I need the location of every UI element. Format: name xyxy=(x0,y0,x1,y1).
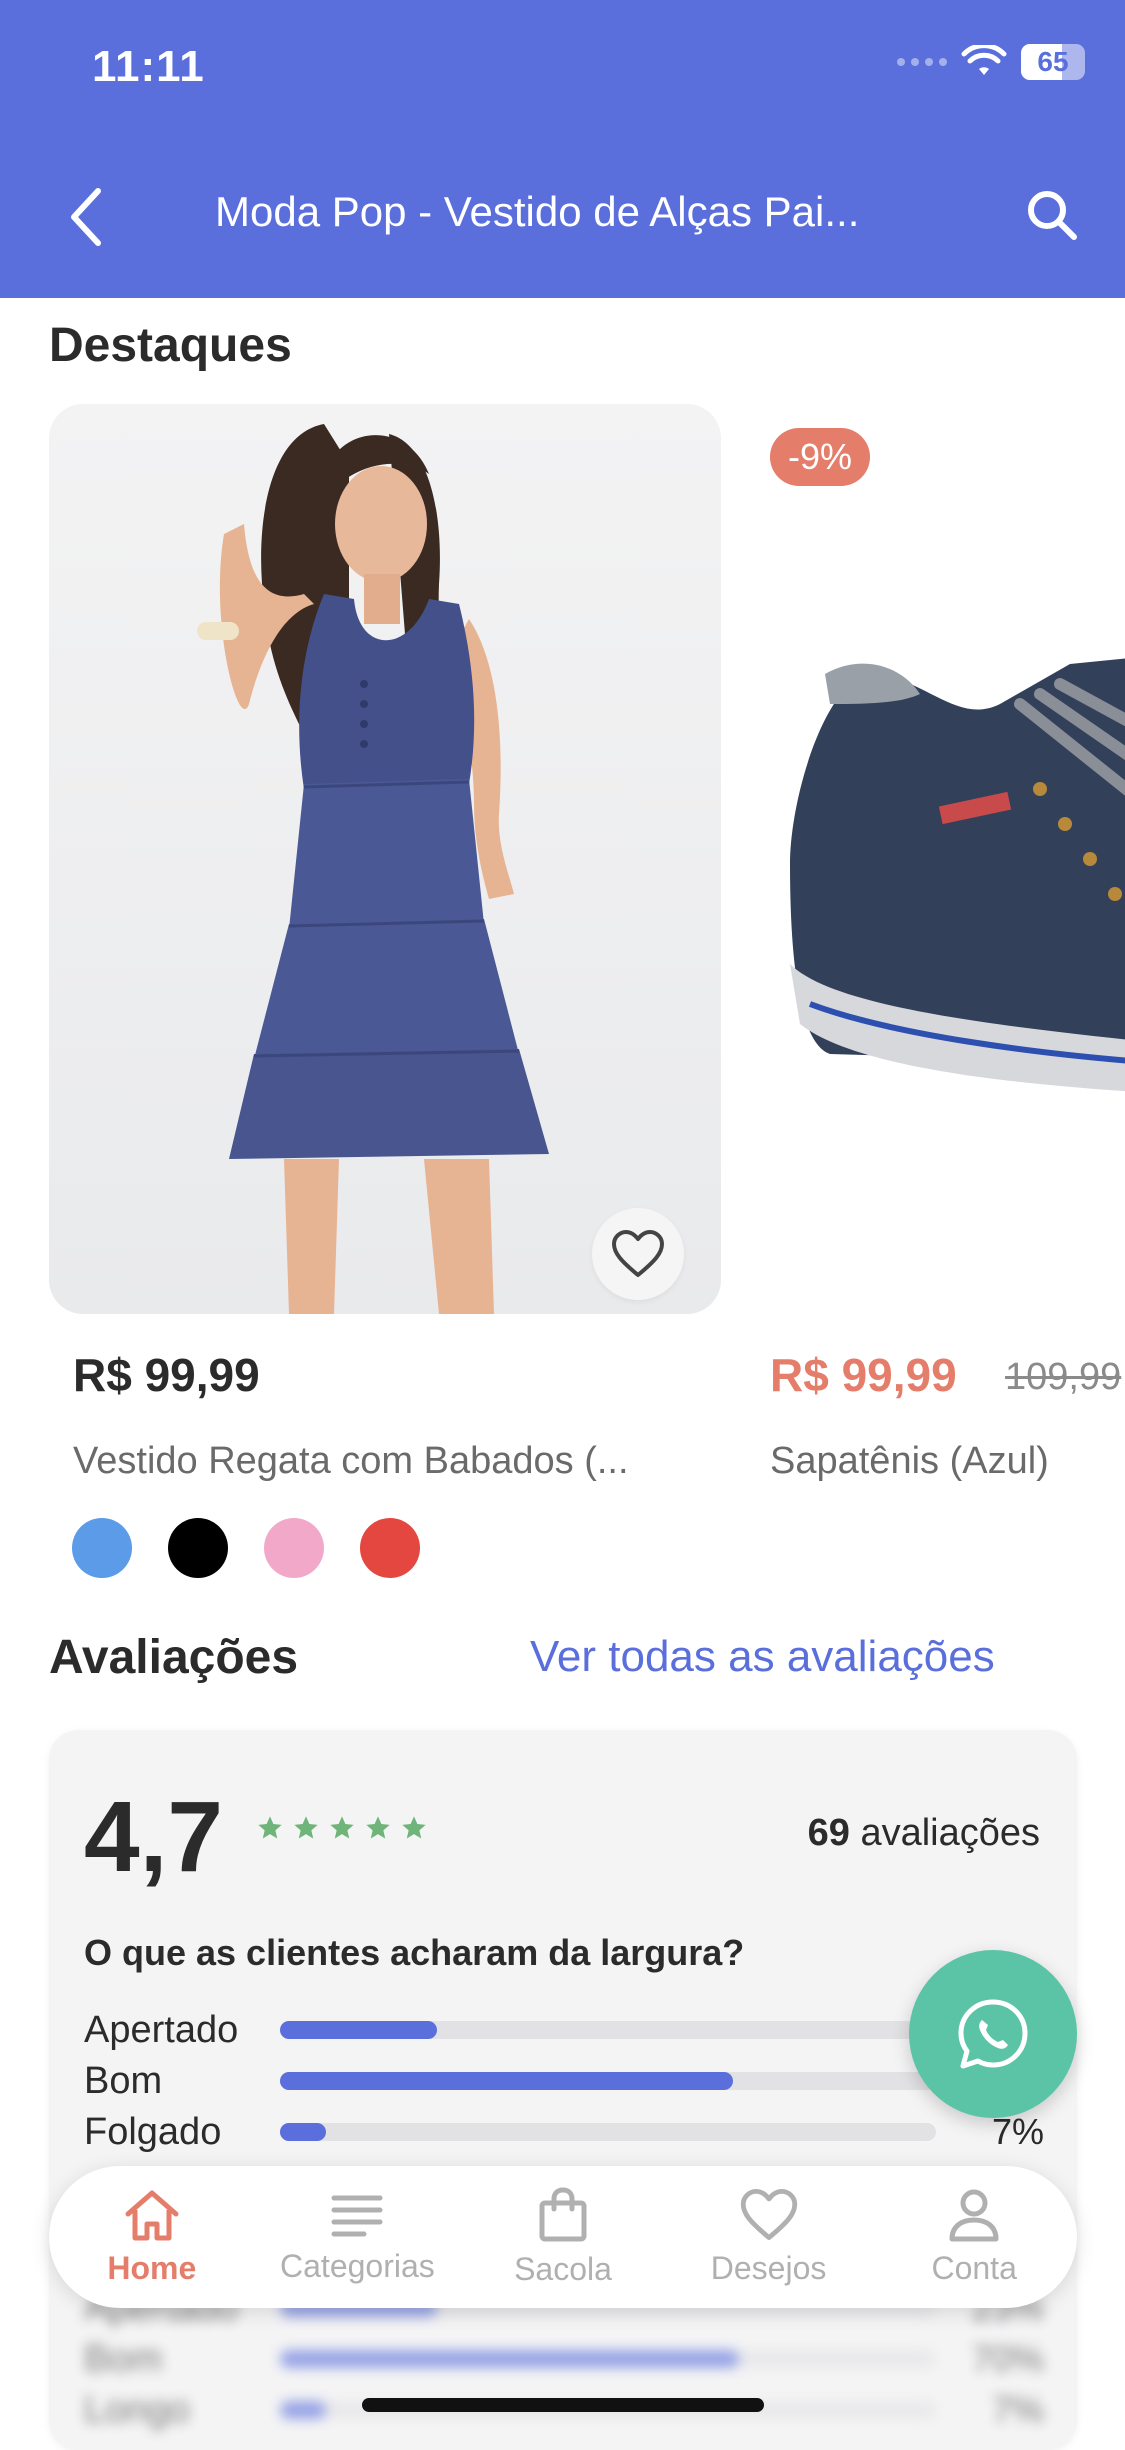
swatch-red[interactable] xyxy=(360,1518,420,1578)
rating-value: 4,7 xyxy=(84,1781,224,1893)
fit-bar-track xyxy=(280,2021,936,2039)
home-indicator xyxy=(362,2398,764,2412)
wifi-icon xyxy=(961,45,1007,75)
fit-bar-track xyxy=(280,2072,936,2090)
product-image-sneaker[interactable] xyxy=(770,404,1125,1314)
length-label: Longo xyxy=(84,2388,190,2431)
tab-label: Desejos xyxy=(710,2249,827,2286)
home-icon xyxy=(125,2190,179,2240)
review-count-label: avaliações xyxy=(860,1812,1040,1854)
star-icon xyxy=(258,1816,282,1839)
fit-label: Bom xyxy=(84,2059,163,2102)
review-count-number: 69 xyxy=(807,1812,850,1854)
star-icon xyxy=(402,1816,426,1839)
battery-level: 65 xyxy=(1037,46,1069,77)
tab-label: Home xyxy=(107,2249,197,2286)
tab-label: Categorias xyxy=(280,2247,435,2284)
review-count: 69 avaliações xyxy=(808,1812,1040,1855)
fit-label: Apertado xyxy=(84,2008,239,2051)
signal-icon xyxy=(897,58,947,66)
search-button[interactable] xyxy=(1017,180,1087,250)
product-old-price: 109,99 xyxy=(1005,1356,1122,1398)
length-percent: 7% xyxy=(991,2389,1044,2430)
fit-row-tight: Apertado xyxy=(84,2004,1044,2056)
chevron-left-icon xyxy=(71,188,101,246)
discount-badge: -9% xyxy=(770,428,871,486)
product-image-dress[interactable] xyxy=(49,404,721,1314)
rating-stars xyxy=(256,1814,428,1842)
fit-label: Folgado xyxy=(84,2110,222,2153)
fit-row-loose: Folgado 7% xyxy=(84,2106,1044,2158)
product-name[interactable]: Sapatênis (Azul) xyxy=(770,1440,1049,1483)
bag-icon xyxy=(539,2186,587,2241)
heart-icon xyxy=(612,1230,664,1277)
tab-label: Sacola xyxy=(514,2250,612,2287)
whatsapp-button[interactable] xyxy=(909,1950,1077,2118)
length-percent: 70% xyxy=(971,2338,1044,2379)
tab-wishlist[interactable]: Desejos xyxy=(674,2188,864,2287)
fit-question: O que as clientes acharam da largura? xyxy=(84,1932,745,1973)
page-title: Moda Pop - Vestido de Alças Pai... xyxy=(215,188,860,235)
fit-row-good: Bom xyxy=(84,2055,1044,2107)
swatch-blue[interactable] xyxy=(72,1518,132,1578)
tab-categories[interactable]: Categorias xyxy=(262,2190,452,2285)
color-swatches xyxy=(72,1518,420,1578)
length-bar-fill xyxy=(280,2350,740,2368)
product-price: R$ 99,99 xyxy=(73,1349,260,1401)
tab-account[interactable]: Conta xyxy=(879,2188,1069,2287)
length-bar-fill xyxy=(280,2401,326,2419)
length-row: Bom 70% xyxy=(84,2333,1044,2385)
swatch-pink[interactable] xyxy=(264,1518,324,1578)
list-icon xyxy=(331,2195,383,2236)
swatch-black[interactable] xyxy=(168,1518,228,1578)
star-icon xyxy=(330,1816,354,1839)
tab-bag[interactable]: Sacola xyxy=(468,2186,658,2288)
whatsapp-icon xyxy=(958,1999,1028,2069)
fit-bar-fill xyxy=(280,2123,326,2141)
fit-bar-track xyxy=(280,2123,936,2141)
status-icons: 65 xyxy=(897,44,1085,80)
sneaker-illustration xyxy=(790,658,1125,1092)
heart-icon xyxy=(740,2188,797,2240)
highlights-title: Destaques xyxy=(49,319,292,372)
battery-icon: 65 xyxy=(1021,44,1085,80)
length-label: Bom xyxy=(84,2337,163,2380)
tab-label: Conta xyxy=(931,2249,1017,2286)
wishlist-button[interactable] xyxy=(592,1208,684,1300)
star-icon xyxy=(294,1816,318,1839)
length-bar-track xyxy=(280,2350,936,2368)
star-icon xyxy=(366,1816,390,1839)
back-button[interactable] xyxy=(56,182,116,252)
search-icon xyxy=(1028,191,1077,240)
see-all-reviews-link[interactable]: Ver todas as avaliações xyxy=(530,1632,995,1682)
dress-illustration xyxy=(197,424,549,1314)
tab-home[interactable]: Home xyxy=(57,2188,247,2287)
app-header: 11:11 65 Moda Pop - Vestido de Alças Pai… xyxy=(0,0,1125,298)
fit-bar-fill xyxy=(280,2021,438,2039)
reviews-title: Avaliações xyxy=(49,1631,299,1684)
product-name[interactable]: Vestido Regata com Babados (... xyxy=(73,1440,693,1483)
user-icon xyxy=(949,2189,999,2241)
status-time: 11:11 xyxy=(92,42,205,91)
bottom-tab-bar: Home Categorias Sacola Desejos Conta xyxy=(49,2166,1077,2308)
fit-bar-fill xyxy=(280,2072,733,2090)
product-price-sale: R$ 99,99 xyxy=(770,1349,957,1401)
